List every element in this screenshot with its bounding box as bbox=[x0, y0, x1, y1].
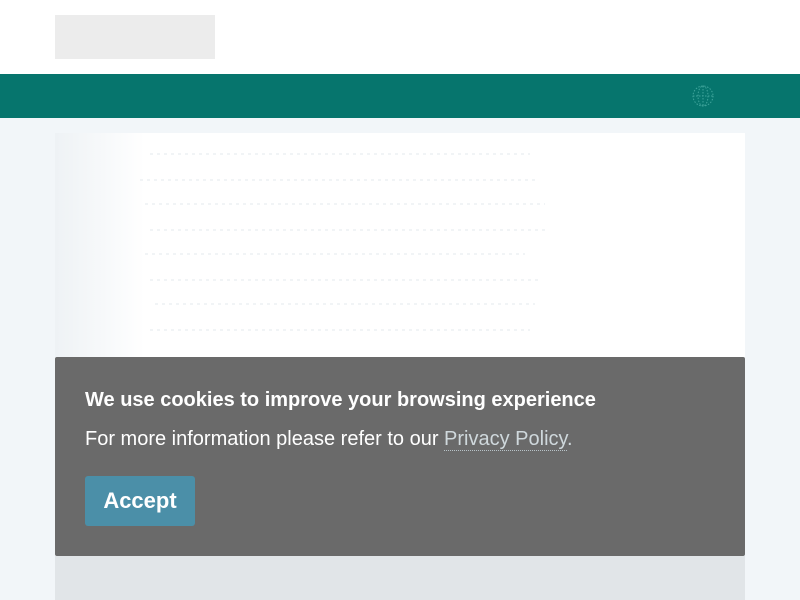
content-placeholder-line bbox=[155, 303, 535, 305]
content-placeholder-line bbox=[140, 179, 535, 181]
main-navbar bbox=[0, 74, 800, 118]
content-placeholder-line bbox=[150, 229, 545, 231]
content-placeholder-line bbox=[150, 329, 530, 331]
cookie-banner: We use cookies to improve your browsing … bbox=[55, 357, 745, 556]
content-placeholder-line bbox=[150, 279, 540, 281]
site-logo[interactable] bbox=[55, 15, 215, 59]
content-placeholder-line bbox=[145, 253, 525, 255]
cookie-text-prefix: For more information please refer to our bbox=[85, 428, 445, 450]
page: We use cookies to improve your browsing … bbox=[0, 0, 800, 600]
site-header bbox=[0, 0, 800, 74]
cookie-banner-text: For more information please refer to our… bbox=[85, 428, 573, 451]
globe-icon[interactable] bbox=[692, 85, 714, 107]
content-placeholder-line bbox=[150, 153, 530, 155]
lower-content-card bbox=[55, 556, 745, 600]
cookie-text-suffix: . bbox=[567, 428, 573, 450]
privacy-policy-link[interactable]: Privacy Policy bbox=[444, 428, 568, 451]
accept-button[interactable]: Accept bbox=[85, 476, 195, 526]
main-content-card bbox=[55, 133, 745, 357]
content-placeholder-line bbox=[145, 203, 545, 205]
cookie-banner-title: We use cookies to improve your browsing … bbox=[85, 389, 596, 411]
content-fade bbox=[55, 133, 145, 357]
